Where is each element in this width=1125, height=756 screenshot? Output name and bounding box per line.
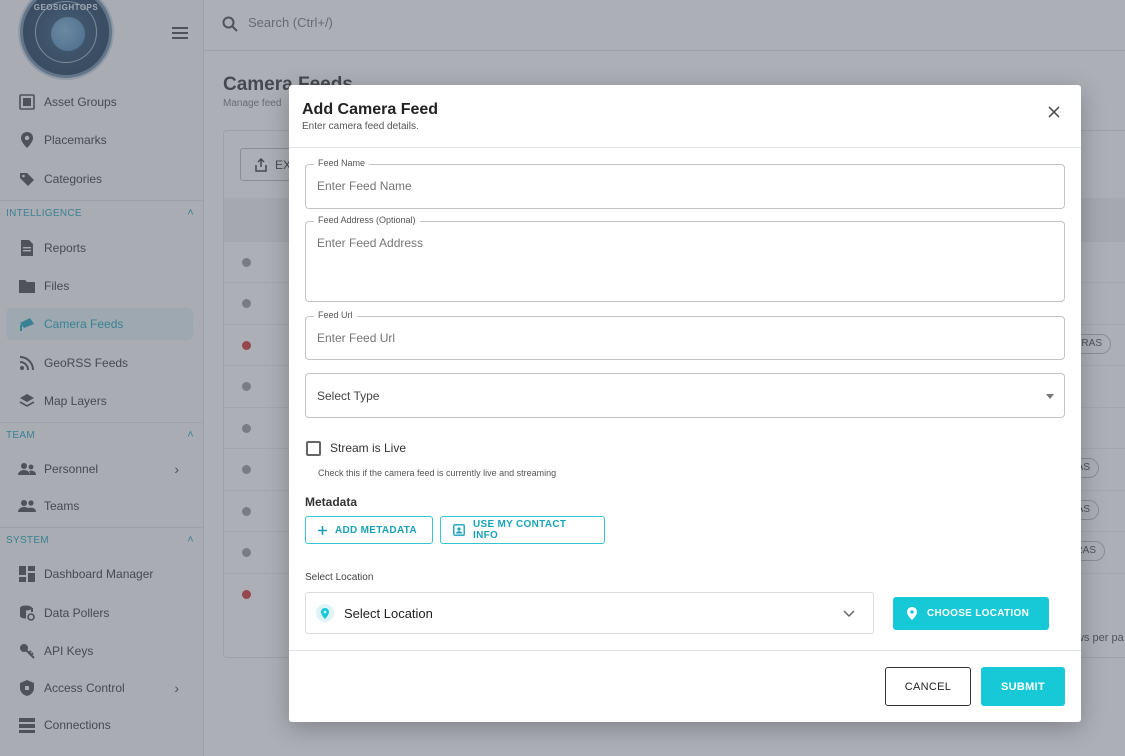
select-type-value: Select Type — [317, 388, 380, 403]
choose-location-button[interactable]: CHOOSE LOCATION — [893, 597, 1049, 630]
feed-name-input[interactable] — [317, 179, 1047, 193]
dialog-divider — [289, 147, 1081, 148]
select-location-value: Select Location — [344, 605, 433, 621]
dialog-title: Add Camera Feed — [302, 101, 439, 118]
add-metadata-label: ADD METADATA — [335, 524, 417, 536]
dialog-subtitle: Enter camera feed details. — [302, 121, 419, 132]
metadata-title: Metadata — [305, 495, 358, 509]
add-metadata-button[interactable]: ADD METADATA — [305, 516, 433, 544]
select-location-label: Select Location — [305, 572, 374, 583]
feed-name-field[interactable]: Feed Name — [305, 158, 1065, 209]
close-icon[interactable] — [1045, 103, 1063, 121]
feed-address-label: Feed Address (Optional) — [314, 215, 420, 225]
stream-live-help: Check this if the camera feed is current… — [318, 468, 557, 478]
chevron-down-icon — [843, 606, 855, 621]
cancel-button[interactable]: CANCEL — [885, 667, 971, 706]
use-contact-info-label: USE MY CONTACT INFO — [473, 519, 567, 541]
feed-address-input[interactable] — [317, 236, 1047, 296]
plus-icon — [318, 525, 327, 535]
select-type-dropdown[interactable]: Select Type — [305, 373, 1065, 418]
stream-live-label[interactable]: Stream is Live — [330, 441, 406, 455]
location-pin-icon — [316, 604, 334, 622]
contact-card-icon — [453, 524, 465, 536]
feed-name-label: Feed Name — [314, 158, 370, 168]
submit-button[interactable]: SUBMIT — [981, 667, 1065, 706]
select-location-dropdown[interactable]: Select Location — [305, 592, 874, 634]
choose-location-label: CHOOSE LOCATION — [927, 608, 1030, 619]
location-pin-icon — [907, 607, 917, 620]
stream-live-checkbox[interactable] — [306, 441, 321, 456]
feed-url-input[interactable] — [317, 331, 1047, 345]
dropdown-arrow-icon — [1046, 394, 1054, 399]
add-camera-feed-dialog: Add Camera Feed Enter camera feed detail… — [289, 85, 1081, 722]
use-contact-info-button[interactable]: USE MY CONTACT INFO — [440, 516, 605, 544]
feed-url-field[interactable]: Feed Url — [305, 310, 1065, 360]
dialog-divider — [289, 650, 1081, 651]
feed-url-label: Feed Url — [314, 310, 357, 320]
feed-address-field[interactable]: Feed Address (Optional) — [305, 215, 1065, 302]
